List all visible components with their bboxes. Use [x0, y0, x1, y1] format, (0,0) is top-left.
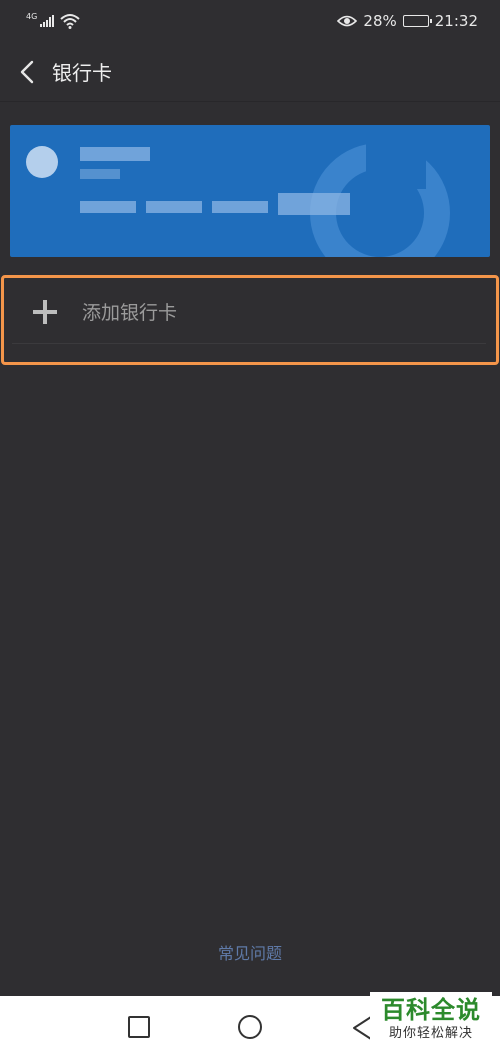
- battery-icon: [402, 15, 432, 27]
- watermark-subtitle: 助你轻松解决: [388, 1026, 473, 1041]
- card-type-blur: [80, 169, 120, 179]
- page-title: 银行卡: [52, 61, 112, 85]
- card-bank-name-blur: [80, 147, 150, 161]
- faq-link[interactable]: 常见问题: [0, 940, 500, 964]
- battery-percent: 28%: [363, 12, 397, 30]
- plus-icon: [32, 299, 58, 325]
- site-watermark: 百科全说 助你轻松解决: [370, 992, 492, 1052]
- bank-card[interactable]: [10, 125, 490, 257]
- home-icon[interactable]: [238, 1015, 262, 1039]
- add-bank-card-label: 添加银行卡: [82, 302, 178, 324]
- signal-icon: [40, 15, 55, 27]
- eye-icon: [337, 15, 358, 27]
- card-number-blur-1: [80, 201, 136, 213]
- add-bank-card-button[interactable]: 添加银行卡: [12, 280, 486, 344]
- status-bar: 4G 28% 21:32: [0, 0, 500, 42]
- watermark-title: 百科全说: [381, 996, 481, 1024]
- status-right: 28% 21:32: [337, 12, 478, 30]
- card-number-blur-4: [278, 193, 350, 215]
- card-number-blur-2: [146, 201, 202, 213]
- card-number-blur-3: [212, 201, 268, 213]
- wifi-icon: [60, 14, 80, 29]
- page-header: 银行卡: [0, 42, 500, 102]
- network-type-label: 4G: [26, 11, 38, 21]
- recent-apps-icon[interactable]: [128, 1016, 150, 1038]
- clock-time: 21:32: [434, 12, 478, 30]
- status-left: 4G: [26, 11, 80, 29]
- chevron-left-icon[interactable]: [14, 59, 40, 85]
- bank-logo-icon: [26, 146, 58, 178]
